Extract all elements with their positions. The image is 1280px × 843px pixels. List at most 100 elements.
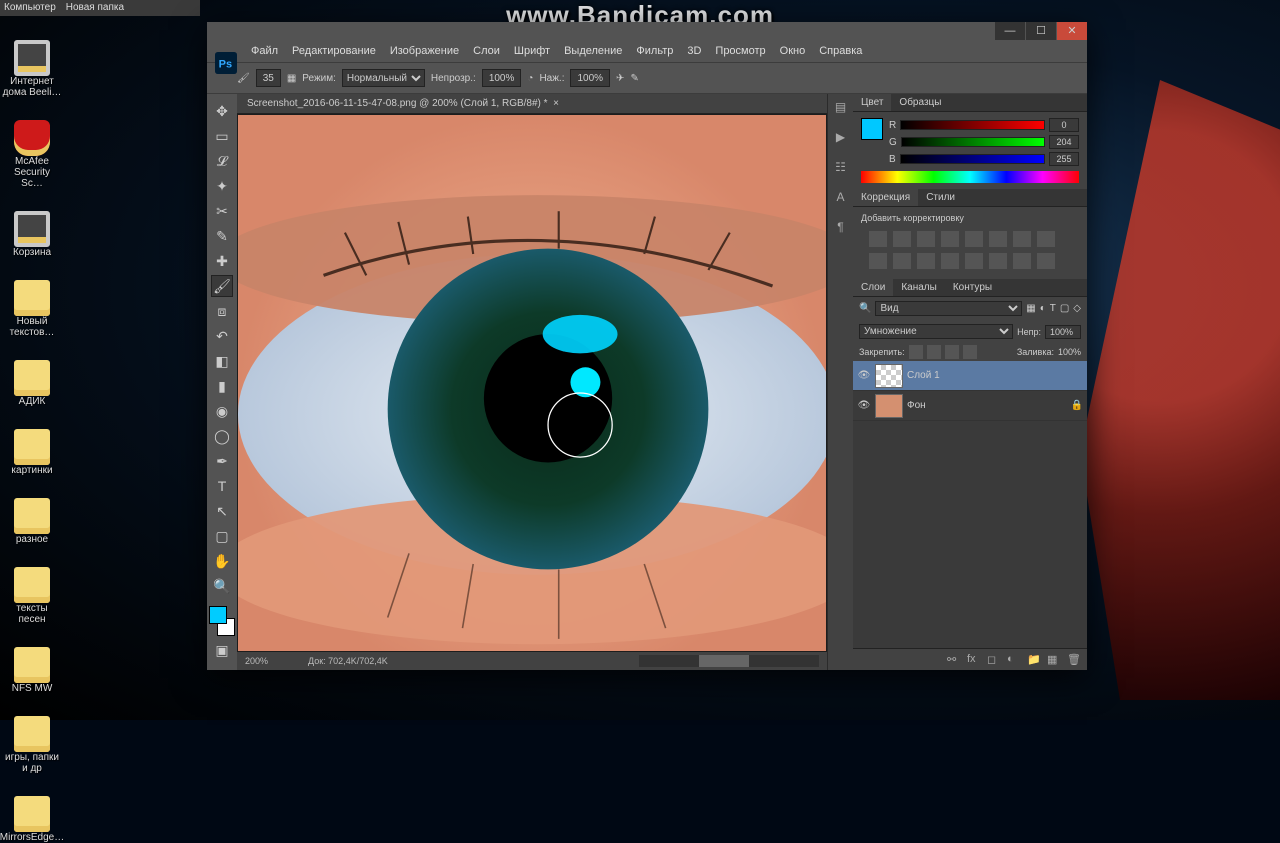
actions-panel-icon[interactable]: ▶: [832, 130, 850, 148]
properties-panel-icon[interactable]: ☷: [832, 160, 850, 178]
adj-levels-icon[interactable]: [893, 231, 911, 247]
blend-mode-select[interactable]: Нормальный: [342, 69, 425, 87]
adj-bw-icon[interactable]: [1037, 231, 1055, 247]
flow-field[interactable]: 100%: [570, 69, 610, 87]
canvas[interactable]: [237, 114, 827, 652]
new-layer-icon[interactable]: ▦: [1047, 653, 1061, 667]
b-slider[interactable]: [900, 154, 1045, 164]
doc-info[interactable]: Док: 702,4K/702,4K: [308, 656, 388, 666]
adj-curves-icon[interactable]: [917, 231, 935, 247]
adj-photo-icon[interactable]: [869, 253, 887, 269]
tab-paths[interactable]: Контуры: [945, 279, 1000, 296]
close-button[interactable]: ✕: [1057, 22, 1087, 40]
g-value[interactable]: 204: [1049, 135, 1079, 149]
adj-brightness-icon[interactable]: [869, 231, 887, 247]
lock-paint-icon[interactable]: [927, 345, 941, 359]
menu-help[interactable]: Справка: [819, 45, 862, 57]
layer-fx-icon[interactable]: fx: [967, 653, 981, 667]
layer-row[interactable]: 👁 Фон 🔒: [853, 391, 1087, 421]
menu-layer[interactable]: Слои: [473, 45, 500, 57]
desktop-icon[interactable]: игры, папки и др: [2, 716, 62, 774]
delete-layer-icon[interactable]: 🗑: [1067, 653, 1081, 667]
tab-styles[interactable]: Стили: [918, 189, 963, 206]
desktop-icon[interactable]: Новый текстов…: [2, 280, 62, 338]
fill-field[interactable]: 100%: [1058, 347, 1081, 357]
brush-size-field[interactable]: 35: [256, 69, 281, 87]
crop-tool[interactable]: ✂: [211, 200, 233, 222]
menu-window[interactable]: Окно: [780, 45, 806, 57]
menu-view[interactable]: Просмотр: [715, 45, 765, 57]
tab-swatches[interactable]: Образцы: [891, 94, 949, 111]
quickmask-tool[interactable]: ▣: [211, 639, 233, 661]
desktop-icon[interactable]: McAfee Security Sc…: [2, 120, 62, 189]
hue-strip[interactable]: [861, 171, 1079, 183]
filter-pixel-icon[interactable]: ▦: [1026, 303, 1035, 314]
path-tool[interactable]: ↖: [211, 500, 233, 522]
document-tab[interactable]: Screenshot_2016-06-11-15-47-08.png @ 200…: [237, 94, 827, 114]
type-tool[interactable]: T: [211, 475, 233, 497]
layer-thumbnail[interactable]: [875, 364, 903, 388]
eraser-tool[interactable]: ◧: [211, 350, 233, 372]
zoom-level[interactable]: 200%: [245, 656, 268, 666]
layer-filter-select[interactable]: Вид: [875, 301, 1022, 316]
hand-tool[interactable]: ✋: [211, 550, 233, 572]
zoom-tool[interactable]: 🔍: [211, 575, 233, 597]
menu-filter[interactable]: Фильтр: [636, 45, 673, 57]
move-tool[interactable]: ✥: [211, 100, 233, 122]
filter-type-icon[interactable]: T: [1050, 303, 1056, 314]
layer-opacity-field[interactable]: 100%: [1045, 325, 1081, 339]
brush-tool-icon[interactable]: 🖌: [237, 73, 250, 84]
desktop-icon[interactable]: MirrorsEdge…: [2, 796, 62, 843]
shape-tool[interactable]: ▢: [211, 525, 233, 547]
minimize-button[interactable]: —: [995, 22, 1025, 40]
brush-tool[interactable]: 🖌: [211, 275, 233, 297]
pen-tool[interactable]: ✒: [211, 450, 233, 472]
pressure-opacity-icon[interactable]: ◔: [527, 73, 533, 84]
tab-layers[interactable]: Слои: [853, 279, 893, 296]
stamp-tool[interactable]: ⧈: [211, 300, 233, 322]
healing-tool[interactable]: ✚: [211, 250, 233, 272]
maximize-button[interactable]: ☐: [1026, 22, 1056, 40]
b-value[interactable]: 255: [1049, 152, 1079, 166]
pressure-size-icon[interactable]: ✎: [630, 73, 638, 84]
adj-mixer-icon[interactable]: [893, 253, 911, 269]
menu-type[interactable]: Шрифт: [514, 45, 550, 57]
history-panel-icon[interactable]: ▤: [832, 100, 850, 118]
filter-icon[interactable]: 🔍: [859, 303, 871, 314]
eyedropper-tool[interactable]: ✎: [211, 225, 233, 247]
paragraph-panel-icon[interactable]: ¶: [832, 220, 850, 238]
adj-exposure-icon[interactable]: [941, 231, 959, 247]
desktop-icon[interactable]: АДИК: [2, 360, 62, 407]
layer-name[interactable]: Фон: [907, 400, 926, 411]
lasso-tool[interactable]: 𝓛: [211, 150, 233, 172]
menu-image[interactable]: Изображение: [390, 45, 459, 57]
adj-invert-icon[interactable]: [941, 253, 959, 269]
adj-threshold-icon[interactable]: [989, 253, 1007, 269]
adj-balance-icon[interactable]: [1013, 231, 1031, 247]
adj-gradient-icon[interactable]: [1013, 253, 1031, 269]
desktop-icon[interactable]: Корзина: [2, 211, 62, 258]
airbrush-icon[interactable]: ✈: [616, 73, 624, 84]
menu-select[interactable]: Выделение: [564, 45, 622, 57]
tab-color[interactable]: Цвет: [853, 94, 891, 111]
filter-adjust-icon[interactable]: ◐: [1040, 303, 1046, 314]
gradient-tool[interactable]: ▮: [211, 375, 233, 397]
color-swatches[interactable]: [209, 606, 235, 636]
marquee-tool[interactable]: ▭: [211, 125, 233, 147]
character-panel-icon[interactable]: A: [832, 190, 850, 208]
layer-mask-icon[interactable]: ◻: [987, 653, 1001, 667]
desktop-icon[interactable]: NFS MW: [2, 647, 62, 694]
filter-shape-icon[interactable]: ▢: [1060, 303, 1069, 314]
tab-channels[interactable]: Каналы: [893, 279, 945, 296]
adj-hue-icon[interactable]: [989, 231, 1007, 247]
g-slider[interactable]: [901, 137, 1045, 147]
menu-3d[interactable]: 3D: [687, 45, 701, 57]
lock-all-icon[interactable]: [963, 345, 977, 359]
brush-panel-icon[interactable]: ▦: [287, 73, 296, 84]
desktop-icon[interactable]: разное: [2, 498, 62, 545]
adj-lookup-icon[interactable]: [917, 253, 935, 269]
layer-thumbnail[interactable]: [875, 394, 903, 418]
r-value[interactable]: 0: [1049, 118, 1079, 132]
desktop-icon[interactable]: картинки: [2, 429, 62, 476]
visibility-icon[interactable]: 👁: [857, 400, 871, 411]
